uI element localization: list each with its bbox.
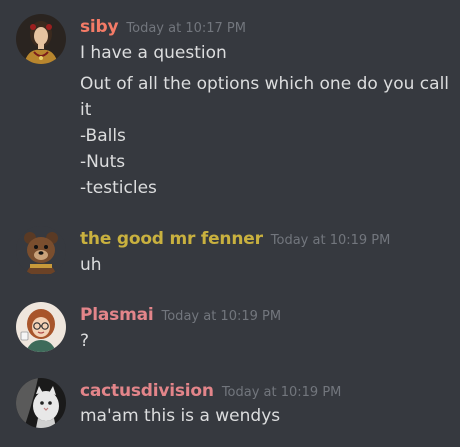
girl-with-glasses-icon — [16, 302, 66, 352]
message-text: I have a question — [80, 43, 227, 63]
cat-photo-icon — [16, 378, 66, 428]
message-text: ma'am this is a wendys — [80, 406, 281, 426]
avatar-plasmai[interactable] — [16, 302, 66, 352]
portrait-icon — [16, 14, 66, 64]
timestamp: Today at 10:17 PM — [126, 21, 246, 36]
author-name[interactable]: Plasmai — [80, 305, 154, 325]
bear-mascot-icon — [16, 226, 66, 276]
author-name[interactable]: siby — [80, 17, 119, 37]
avatar-fenner[interactable] — [16, 226, 66, 276]
message-text: -Nuts — [80, 152, 126, 172]
message-text: -Balls — [80, 126, 126, 146]
timestamp: Today at 10:19 PM — [270, 233, 391, 248]
message-text: -testicles — [80, 178, 157, 198]
message-text: it — [80, 100, 92, 120]
author-name[interactable]: cactusdivision — [80, 381, 214, 401]
author-name[interactable]: the good mr fenner — [80, 229, 263, 249]
message-text: Out of all the options which one do you … — [80, 74, 450, 94]
avatar-cactusdivision[interactable] — [16, 378, 66, 428]
timestamp: Today at 10:19 PM — [221, 385, 342, 400]
message-text: uh — [80, 255, 102, 275]
message-text: ? — [80, 331, 90, 351]
avatar-siby[interactable] — [16, 14, 66, 64]
timestamp: Today at 10:19 PM — [161, 309, 282, 324]
